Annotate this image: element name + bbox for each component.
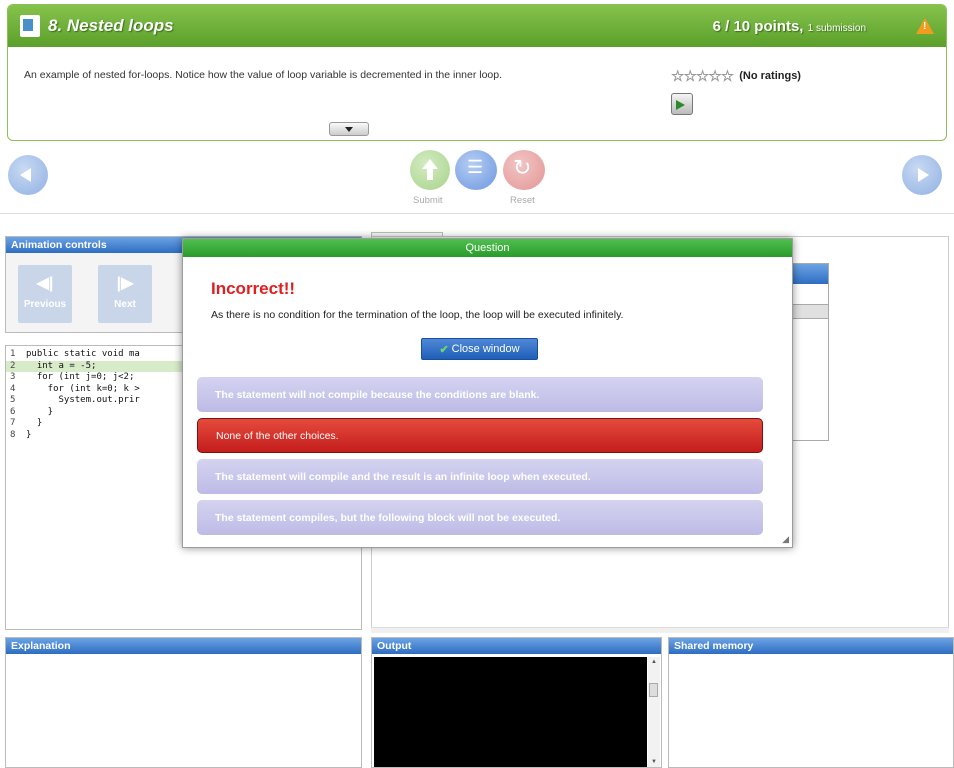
scroll-up-icon[interactable]: ▲ — [651, 659, 657, 665]
step-back-icon: ◀| — [36, 275, 54, 292]
animation-previous-label: Previous — [23, 299, 67, 310]
exercise-header: 8. Nested loops 6 / 10 points, 1 submiss… — [8, 5, 946, 47]
close-window-label: Close window — [451, 343, 520, 355]
code-text: for (int j=0; j<2; — [26, 372, 135, 382]
submit-button[interactable] — [410, 150, 450, 190]
line-number: 5 — [10, 395, 16, 405]
line-number: 8 — [10, 429, 16, 440]
code-text: } — [26, 429, 32, 440]
output-header: Output — [372, 638, 661, 654]
warning-icon[interactable] — [916, 18, 934, 34]
line-number: 3 — [10, 372, 16, 382]
expand-description-button[interactable] — [329, 122, 369, 136]
step-forward-icon: |▶ — [116, 275, 134, 292]
reset-label: Reset — [510, 195, 535, 206]
dialog-header[interactable]: Question — [183, 239, 792, 257]
star-rating-icon[interactable]: ☆☆☆☆☆ — [671, 67, 734, 85]
document-icon — [20, 15, 40, 37]
code-text: } — [26, 406, 54, 417]
output-scrollbar[interactable]: ▲ ▼ — [648, 657, 660, 767]
output-console — [374, 657, 647, 767]
scroll-thumb[interactable] — [649, 683, 658, 697]
line-number: 1 — [10, 349, 16, 359]
divider — [0, 213, 954, 214]
reset-button[interactable] — [503, 150, 545, 190]
points-value: 6 / 10 points, — [712, 17, 804, 35]
choice-option-selected[interactable]: None of the other choices. — [197, 418, 763, 453]
code-text: int a = -5; — [26, 360, 97, 371]
exercise-description: An example of nested for-loops. Notice h… — [24, 69, 503, 81]
exercise-card: 8. Nested loops 6 / 10 points, 1 submiss… — [7, 4, 947, 141]
points-display: 6 / 10 points, 1 submission — [713, 18, 866, 35]
explanation-header: Explanation — [6, 638, 361, 654]
rating: ☆☆☆☆☆ (No ratings) — [671, 67, 801, 85]
variables-box — [790, 263, 829, 441]
animation-next-label: Next — [114, 299, 136, 310]
exercise-title: 8. Nested loops — [48, 16, 174, 35]
animation-next-button[interactable]: |▶ Next — [98, 265, 152, 323]
line-number: 4 — [10, 383, 16, 394]
rating-text: (No ratings) — [739, 70, 801, 82]
choice-option[interactable]: The statement will compile and the resul… — [197, 459, 763, 494]
next-exercise-button[interactable] — [902, 155, 942, 195]
choice-option[interactable]: The statement will not compile because t… — [197, 377, 763, 412]
question-dialog: Question Incorrect!! As there is no cond… — [182, 238, 793, 548]
scroll-down-icon[interactable]: ▼ — [651, 759, 657, 765]
line-number: 7 — [10, 418, 16, 428]
code-text: } — [26, 418, 43, 428]
close-window-button[interactable]: ✔ Close window — [421, 338, 538, 360]
resize-grip-icon[interactable]: ◢ — [782, 534, 789, 545]
variables-header — [791, 264, 828, 284]
submit-label: Submit — [413, 195, 443, 206]
output-panel: Output ▲ ▼ — [371, 637, 662, 768]
result-title: Incorrect!! — [211, 279, 296, 298]
previous-exercise-button[interactable] — [8, 155, 48, 195]
exit-icon[interactable] — [671, 93, 693, 115]
code-text: public static void ma — [26, 349, 140, 359]
panel-splitter[interactable] — [371, 627, 949, 633]
line-number: 2 — [10, 360, 16, 371]
choice-option[interactable]: The statement compiles, but the followin… — [197, 500, 763, 535]
shared-memory-panel: Shared memory — [668, 637, 954, 768]
check-icon: ✔ — [439, 343, 449, 356]
exercise-body: An example of nested for-loops. Notice h… — [8, 47, 946, 140]
exercise-list-button[interactable] — [455, 150, 497, 190]
explanation-panel: Explanation — [5, 637, 362, 768]
code-text: for (int k=0; k > — [26, 383, 140, 394]
line-number: 6 — [10, 406, 16, 417]
submission-count: 1 submission — [807, 22, 866, 34]
variables-row — [791, 304, 828, 319]
result-message: As there is no condition for the termina… — [211, 309, 624, 321]
code-text: System.out.prir — [26, 395, 140, 405]
animation-previous-button[interactable]: ◀| Previous — [18, 265, 72, 323]
shared-memory-header: Shared memory — [669, 638, 953, 654]
